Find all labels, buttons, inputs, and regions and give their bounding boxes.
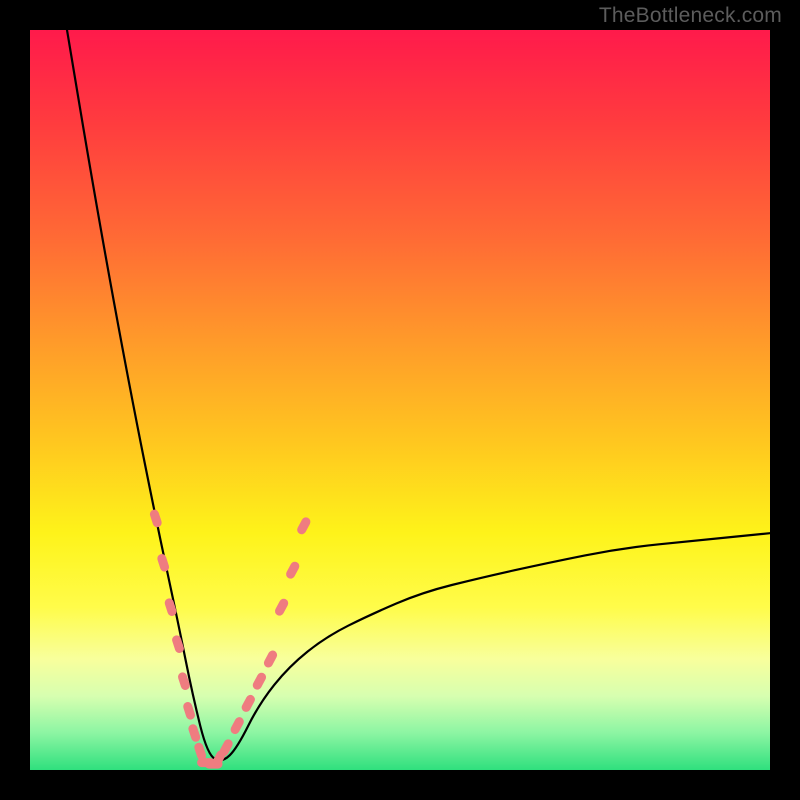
marker-dot [273, 597, 289, 617]
marker-dot [262, 649, 278, 669]
chart-frame: TheBottleneck.com [0, 0, 800, 800]
marker-dot [240, 693, 256, 713]
marker-dot [156, 553, 170, 573]
marker-dot [296, 516, 312, 536]
marker-dot [229, 716, 245, 736]
marker-dot [205, 760, 223, 769]
watermark-text: TheBottleneck.com [599, 4, 782, 28]
marker-dot [149, 508, 163, 528]
bottleneck-curve [67, 30, 770, 760]
plot-area [30, 30, 770, 770]
marker-dot [251, 671, 267, 691]
curve-svg [30, 30, 770, 770]
marker-dot [285, 560, 301, 580]
marker-dots [149, 508, 312, 769]
